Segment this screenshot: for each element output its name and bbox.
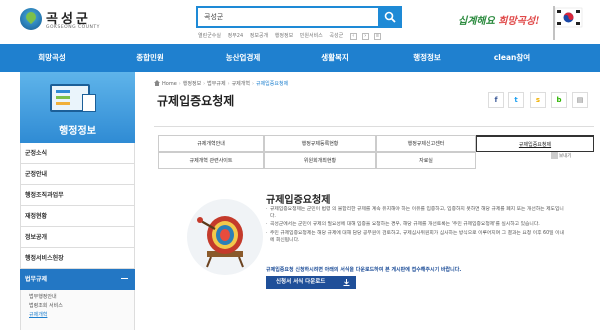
gnb-item[interactable]: 행정정보 xyxy=(397,44,457,72)
blog-icon[interactable]: b xyxy=(551,92,567,108)
search-box xyxy=(196,6,402,28)
quick-link[interactable]: 정부24 xyxy=(228,33,244,39)
next-arrow-icon[interactable]: › xyxy=(361,33,369,40)
sidebar-item-active[interactable]: 법무규제 xyxy=(20,269,135,290)
prev-arrow-icon[interactable]: ‹ xyxy=(349,33,357,40)
quick-link[interactable]: 행정정보 xyxy=(275,33,293,39)
quick-link[interactable]: 열린군수실 xyxy=(198,33,221,39)
content-paragraph: 주민 규제입증요청제는 해당 규제에 대해 담당 공무원이 검토하고, 규제심사… xyxy=(266,230,566,244)
sidebar-item[interactable]: 행정서비스헌장 xyxy=(20,248,135,269)
tab[interactable]: 위원회개최현황 xyxy=(264,152,376,169)
submenu-item-current[interactable]: 규제개혁 xyxy=(29,311,134,320)
breadcrumb-item[interactable]: Home xyxy=(162,81,177,87)
tab[interactable]: 자료실 xyxy=(376,152,476,169)
quick-link[interactable]: 정보공개 xyxy=(250,33,268,39)
qr-code-icon xyxy=(551,152,558,159)
tab-active[interactable]: 규제입증요청제 xyxy=(476,135,594,152)
title-divider xyxy=(154,126,594,127)
gnb-item[interactable]: clean참여 xyxy=(482,44,542,72)
breadcrumb: Home › 행정정보 › 법무규제 › 규제개혁 › 규제입증요청제 xyxy=(154,80,288,87)
tab[interactable]: 규제개혁 관련사이트 xyxy=(158,152,264,169)
tab[interactable]: 행정규제신고센터 xyxy=(376,135,476,152)
submenu-item[interactable]: 법무행정안내 xyxy=(29,293,134,302)
home-icon xyxy=(154,80,160,86)
content-paragraph: 곡성군에서는 군민이 규제의 필요성에 대해 입증을 요청하는 경우, 해당 규… xyxy=(266,221,566,228)
download-form-button[interactable]: 신청서 서식 다운로드 xyxy=(266,276,356,289)
quick-link[interactable]: 곡성군 xyxy=(329,33,343,39)
search-icon xyxy=(384,11,396,23)
gokseong-logo[interactable]: 곡성군 GOKSEONG COUNTY xyxy=(20,6,110,36)
sidebar-item[interactable]: 재정현황 xyxy=(20,206,135,227)
main-navigation: 희망곡성 종합민원 농산업경제 생활복지 행정정보 clean참여 xyxy=(0,44,600,72)
sidebar-banner: 행정정보 xyxy=(20,72,135,143)
sidebar-title: 행정정보 xyxy=(59,126,96,137)
content-paragraph: 규제입증요청제는 군민이 법령 의 불합리한 규제를 계속 유지해야 하는 이유… xyxy=(266,206,566,220)
slogan: 십계해요 희망곡성! xyxy=(458,16,540,27)
content-title: 규제입증요청제 xyxy=(266,195,331,206)
breadcrumb-item[interactable]: 법무규제 xyxy=(207,81,225,87)
submenu-item[interactable]: 법령조회 서비스 xyxy=(29,302,134,311)
sidebar-item[interactable]: 군정소식 xyxy=(20,143,135,164)
drum-illustration-icon xyxy=(197,216,244,268)
facebook-icon[interactable]: f xyxy=(488,92,504,108)
quick-link[interactable]: 민원서비스 xyxy=(300,33,323,39)
tab[interactable]: 규제개혁안내 xyxy=(158,135,264,152)
breadcrumb-item[interactable]: 규제개혁 xyxy=(232,81,250,87)
illustration xyxy=(187,199,263,275)
logo-english-name: GOKSEONG COUNTY xyxy=(46,25,100,30)
document-icon xyxy=(82,94,96,112)
gnb-item[interactable]: 희망곡성 xyxy=(28,44,76,72)
sidebar-item[interactable]: 정보공개 xyxy=(20,227,135,248)
download-icon xyxy=(343,279,350,286)
sidebar-item[interactable]: 군정안내 xyxy=(20,164,135,185)
qr-code[interactable]: 보내기 xyxy=(551,152,583,162)
application-note: 규제입증요청 신청하시려면 아래의 서식을 다운로드하여 본 게시판에 접수해주… xyxy=(266,267,462,273)
pause-icon[interactable]: ॥ xyxy=(373,33,381,40)
gnb-item[interactable]: 생활복지 xyxy=(305,44,365,72)
content-tabs: 규제개혁안내 행정규제등록현황 행정규제신고센터 규제입증요청제 규제개혁 관련… xyxy=(158,135,594,169)
gnb-item[interactable]: 종합민원 xyxy=(120,44,180,72)
sidebar: 행정정보 군정소식 군정안내 행정조직과업무 재정현황 정보공개 행정서비스헌장… xyxy=(20,72,135,330)
county-emblem-icon xyxy=(20,8,42,30)
breadcrumb-current: 규제입증요청제 xyxy=(255,81,289,87)
page-title: 규제입증요청제 xyxy=(157,94,235,108)
kakaostory-icon[interactable]: s xyxy=(530,92,546,108)
gnb-item[interactable]: 농산업경제 xyxy=(213,44,273,72)
twitter-icon[interactable]: t xyxy=(508,92,524,108)
sidebar-submenu: 법무행정안내 법령조회 서비스 규제개혁 xyxy=(20,290,135,330)
breadcrumb-item[interactable]: 행정정보 xyxy=(183,81,201,87)
search-button[interactable] xyxy=(378,6,402,28)
content-area: 규제입증요청제 규제입증요청제는 군민이 법령 의 불합리한 규제를 계속 유지… xyxy=(170,186,590,329)
top-header: 곡성군 GOKSEONG COUNTY 열린군수실 정부24 정보공개 행정정보… xyxy=(0,0,600,44)
korean-flag-icon xyxy=(553,6,583,40)
print-icon[interactable]: ▤ xyxy=(572,92,588,108)
tab[interactable]: 행정규제등록현황 xyxy=(264,135,376,152)
sidebar-item[interactable]: 행정조직과업무 xyxy=(20,185,135,206)
quick-links: 열린군수실 정부24 정보공개 행정정보 민원서비스 곡성군 ‹ › ॥ xyxy=(198,32,386,40)
sidebar-menu: 군정소식 군정안내 행정조직과업무 재정현황 정보공개 행정서비스헌장 법무규제… xyxy=(20,143,135,330)
content-body: 규제입증요청제는 군민이 법령 의 불합리한 규제를 계속 유지해야 하는 이유… xyxy=(266,206,566,245)
search-input[interactable] xyxy=(198,8,376,26)
